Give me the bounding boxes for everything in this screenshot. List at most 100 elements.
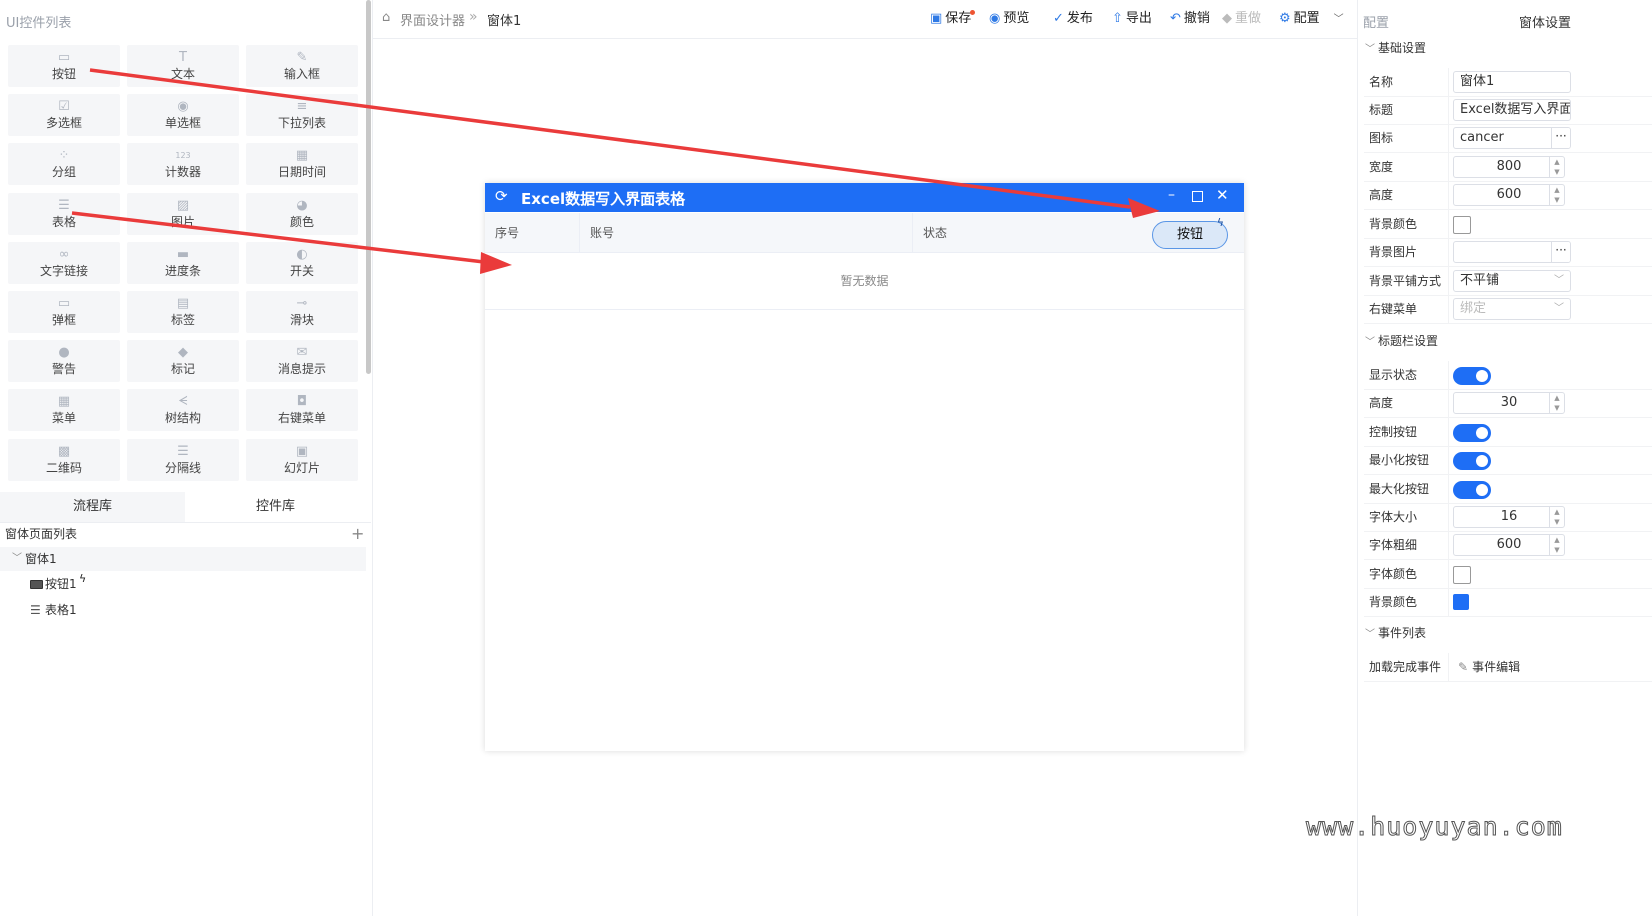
control-palette[interactable]: ◕ 颜色 xyxy=(246,192,358,235)
control-link[interactable]: ∞ 文字链接 xyxy=(8,241,120,284)
control-divider[interactable]: ☰ 分隔线 xyxy=(127,438,239,481)
control-warning[interactable]: ● 警告 xyxy=(8,340,120,383)
control-label: 标签 xyxy=(170,313,195,327)
column-header-label: 序号 xyxy=(495,226,520,240)
undo-button[interactable]: ↶ 撤销 xyxy=(1170,10,1210,28)
titlebar-height-stepper[interactable]: 30 ▲ ▼ xyxy=(1453,392,1565,414)
name-input[interactable]: 窗体1 xyxy=(1453,71,1571,93)
stepper-arrows-icon[interactable]: ▲ ▼ xyxy=(1549,157,1564,177)
control-tag[interactable]: ◆ 标记 xyxy=(127,340,239,383)
bgimage-input[interactable]: ··· xyxy=(1453,241,1571,263)
home-icon[interactable]: ⌂ xyxy=(382,10,390,25)
control-text[interactable]: T 文本 xyxy=(127,45,239,87)
control-menu[interactable]: ▦ 菜单 xyxy=(8,389,120,432)
refresh-icon: ⟳ xyxy=(495,187,508,205)
close-icon[interactable]: ✕ xyxy=(1216,186,1229,204)
tab-control-library[interactable]: 控件库 xyxy=(185,492,366,522)
more-icon[interactable]: ··· xyxy=(1551,242,1570,262)
control-message[interactable]: ✉ 消息提示 xyxy=(246,340,358,383)
column-header-index[interactable]: 序号 xyxy=(485,213,580,253)
stepper-arrows-icon[interactable]: ▲ ▼ xyxy=(1549,535,1564,555)
divider xyxy=(1448,446,1449,474)
maximize-icon[interactable] xyxy=(1192,191,1203,202)
section-titlebar[interactable]: ﹀ 标题栏设置 xyxy=(1358,329,1652,353)
tree-node-button[interactable]: 按钮1 ϟ xyxy=(0,572,366,596)
height-stepper[interactable]: 600 ▲ ▼ xyxy=(1453,184,1565,206)
stepper-arrows-icon[interactable]: ▲ ▼ xyxy=(1549,185,1564,205)
event-edit-link[interactable]: ✎ 事件编辑 xyxy=(1458,653,1520,681)
font-size-stepper[interactable]: 16 ▲ ▼ xyxy=(1453,506,1565,528)
designed-window[interactable]: ⟳ Excel数据写入界面表格 – ✕ 序号 账号 状态 按钮 ϟ 暂无数据 xyxy=(485,183,1244,751)
column-header-account[interactable]: 账号 xyxy=(580,213,913,253)
control-table[interactable]: ☰ 表格 xyxy=(8,192,120,235)
font-color-picker[interactable] xyxy=(1453,566,1471,584)
mouse-icon: ◘ xyxy=(296,394,308,410)
more-icon[interactable]: ··· xyxy=(1551,128,1570,148)
show-status-toggle[interactable] xyxy=(1453,367,1491,385)
chevron-down-icon[interactable]: ﹀ xyxy=(12,547,22,571)
image-icon: ▨ xyxy=(176,197,190,213)
chevron-down-icon[interactable]: ﹀ xyxy=(1334,14,1344,25)
control-image[interactable]: ▨ 图片 xyxy=(127,192,239,235)
control-label[interactable]: ▤ 标签 xyxy=(127,291,239,333)
tree-node-table[interactable]: ☰ 表格1 xyxy=(0,598,366,622)
maximize-toggle[interactable] xyxy=(1453,481,1491,499)
control-mouse[interactable]: ◘ 右键菜单 xyxy=(246,389,358,432)
control-button[interactable]: ▭ 按钮 xyxy=(8,45,120,87)
font-weight-stepper[interactable]: 600 ▲ ▼ xyxy=(1453,534,1565,556)
control-dropdown[interactable]: ≡ 下拉列表 xyxy=(246,94,358,137)
control-slideshow[interactable]: ▣ 幻灯片 xyxy=(246,438,358,481)
control-label: 二维码 xyxy=(45,460,82,475)
message-icon: ✉ xyxy=(296,345,308,361)
window-titlebar[interactable]: ⟳ Excel数据写入界面表格 – ✕ xyxy=(485,183,1244,212)
tab-flow-library[interactable]: 流程库 xyxy=(0,492,185,522)
icon-input[interactable]: cancer ··· xyxy=(1453,127,1571,149)
chevron-down-icon: ﹀ xyxy=(1554,275,1564,286)
control-qrcode[interactable]: ▩ 二维码 xyxy=(8,438,120,481)
section-events[interactable]: ﹀ 事件列表 xyxy=(1358,621,1652,645)
save-button[interactable]: ▣ 保存 xyxy=(930,10,975,28)
titlebar-bgcolor-picker[interactable] xyxy=(1453,594,1469,610)
radio-icon: ◉ xyxy=(177,99,189,115)
left-scrollbar[interactable] xyxy=(366,0,371,374)
prop-title: 标题 Excel数据写入界面 xyxy=(1364,96,1652,125)
add-page-button[interactable]: + xyxy=(351,524,364,543)
control-checkbox[interactable]: ☑ 多选框 xyxy=(8,94,120,137)
control-buttons-toggle[interactable] xyxy=(1453,424,1491,442)
control-switch[interactable]: ◐ 开关 xyxy=(246,241,358,284)
minimize-icon[interactable]: – xyxy=(1168,187,1175,203)
stepper-arrows-icon[interactable]: ▲ ▼ xyxy=(1549,507,1564,527)
control-calendar[interactable]: ▦ 日期时间 xyxy=(246,143,358,186)
tile-select[interactable]: 不平铺 ﹀ xyxy=(1453,270,1571,292)
publish-button[interactable]: ✓ 发布 xyxy=(1053,10,1093,28)
control-slider[interactable]: ⊸ 滑块 xyxy=(246,291,358,333)
preview-button[interactable]: ◉ 预览 xyxy=(989,10,1029,28)
section-basic[interactable]: ﹀ 基础设置 xyxy=(1358,36,1652,60)
control-counter[interactable]: 123 计数器 xyxy=(127,143,239,186)
control-tree[interactable]: ᗕ 树结构 xyxy=(127,389,239,432)
prop-icon: 图标 cancer ··· xyxy=(1364,124,1652,153)
tree-node-root[interactable]: ﹀ 窗体1 xyxy=(0,547,366,571)
control-radio[interactable]: ◉ 单选框 xyxy=(127,94,239,137)
prop-context-menu: 右键菜单 绑定 ﹀ xyxy=(1364,295,1652,324)
control-progress[interactable]: ▬ 进度条 xyxy=(127,241,239,284)
list-icon: ☰ xyxy=(30,603,41,617)
control-group[interactable]: ⁘ 分组 xyxy=(8,143,120,186)
control-pencil[interactable]: ✎ 输入框 xyxy=(246,45,358,87)
minimize-toggle[interactable] xyxy=(1453,452,1491,470)
window-button[interactable]: 按钮 ϟ xyxy=(1152,216,1228,249)
tile-value: 不平铺 xyxy=(1460,273,1500,288)
breadcrumb-home[interactable]: 界面设计器 xyxy=(400,10,465,29)
prop-control-buttons: 控制按钮 xyxy=(1364,418,1652,447)
prop-label: 名称 xyxy=(1369,75,1394,89)
config-button[interactable]: ⚙ 配置 ﹀ xyxy=(1279,10,1344,28)
bgcolor-picker[interactable] xyxy=(1453,216,1471,234)
width-stepper[interactable]: 800 ▲ ▼ xyxy=(1453,156,1565,178)
context-menu-select[interactable]: 绑定 ﹀ xyxy=(1453,298,1571,320)
export-button[interactable]: ⇧ 导出 xyxy=(1112,10,1152,28)
divider xyxy=(1448,238,1449,266)
title-input[interactable]: Excel数据写入界面 xyxy=(1453,99,1571,121)
control-dialog[interactable]: ▭ 弹框 xyxy=(8,291,120,333)
stepper-arrows-icon[interactable]: ▲ ▼ xyxy=(1549,393,1564,413)
redo-button[interactable]: ◆ 重做 xyxy=(1222,10,1261,28)
